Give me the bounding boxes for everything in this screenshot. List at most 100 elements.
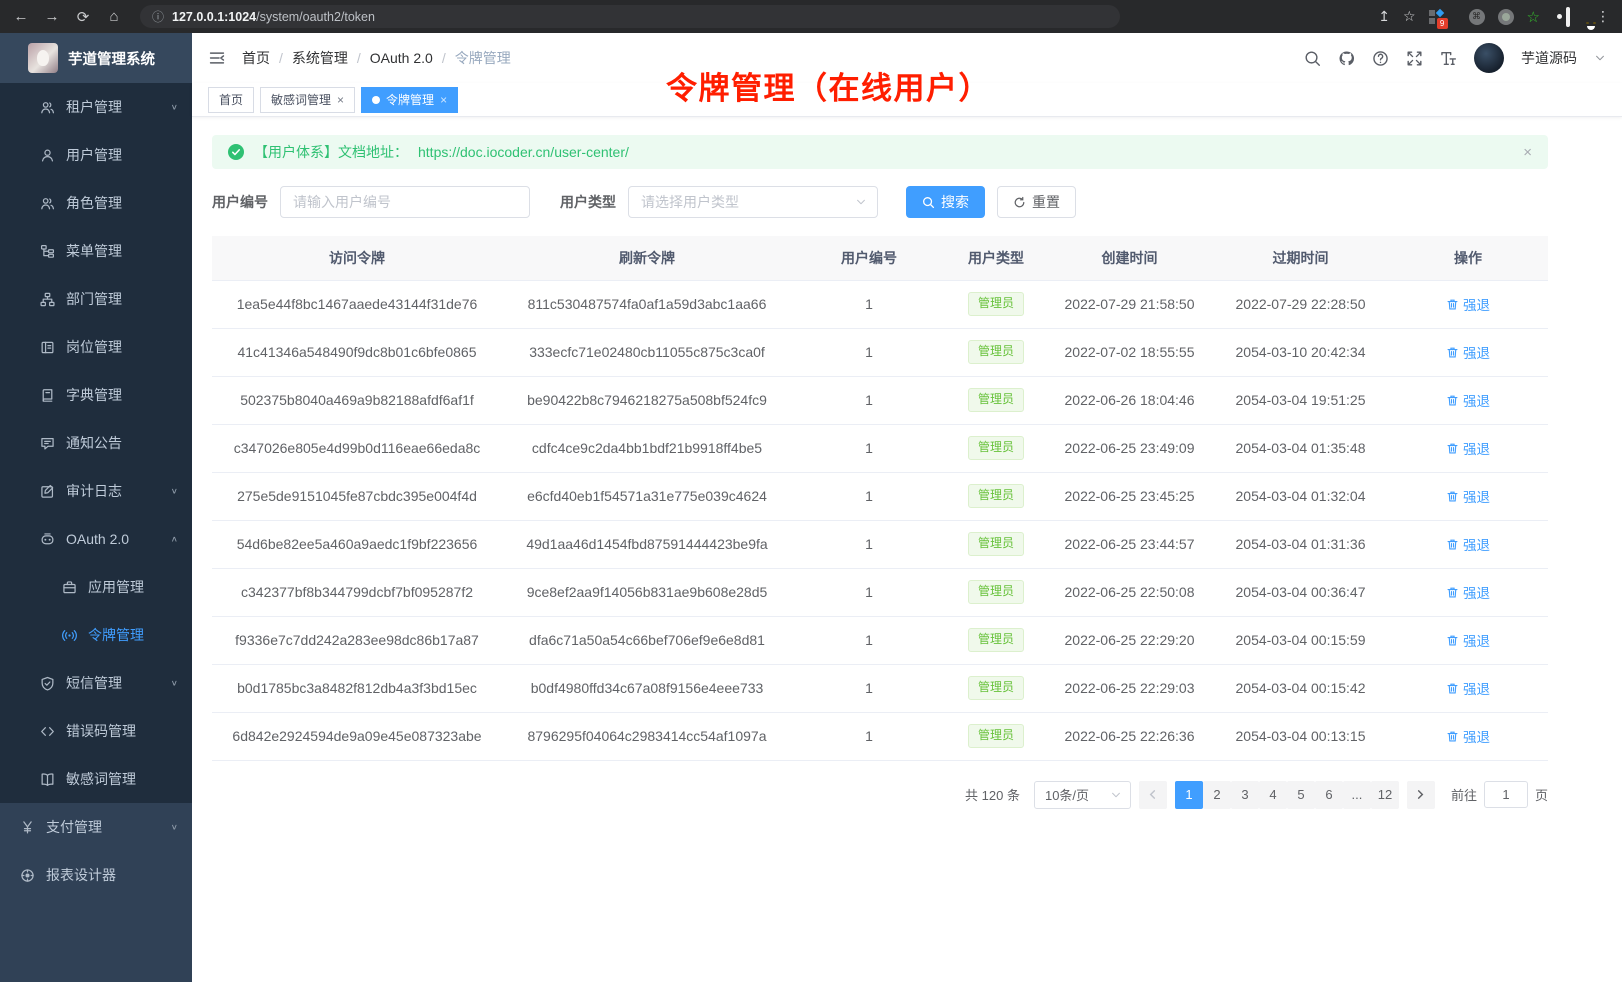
sidebar-menu-item[interactable]: 部门管理: [0, 275, 192, 323]
sidebar-menu-item[interactable]: 租户管理 ∨: [0, 83, 192, 131]
force-logout-button[interactable]: 强退: [1446, 582, 1490, 602]
sidebar-menu-item[interactable]: OAuth 2.0 ∧: [0, 515, 192, 563]
address-bar[interactable]: ⓘ 127.0.0.1:1024/system/oauth2/token: [140, 5, 1120, 28]
extension-command-icon[interactable]: ⌘: [1469, 9, 1485, 25]
share-icon[interactable]: ↥: [1378, 8, 1390, 25]
page-number-button[interactable]: 4: [1259, 781, 1287, 809]
page-tab[interactable]: 令牌管理 ×: [361, 87, 458, 113]
oauth-icon: [40, 532, 55, 547]
page-tab[interactable]: 敏感词管理 ×: [260, 87, 355, 113]
menu-item-label: 部门管理: [66, 289, 122, 309]
search-icon[interactable]: [1304, 50, 1321, 67]
doc-link[interactable]: https://doc.iocoder.cn/user-center/: [418, 144, 629, 160]
bookmark-star-icon[interactable]: ☆: [1403, 8, 1416, 25]
force-logout-button[interactable]: 强退: [1446, 630, 1490, 650]
breadcrumb-item[interactable]: 系统管理: [292, 50, 348, 66]
user-type-select[interactable]: 请选择用户类型: [628, 186, 878, 218]
breadcrumb: 首页/ 系统管理/ OAuth 2.0/ 令牌管理/: [242, 48, 511, 68]
fullscreen-icon[interactable]: [1406, 50, 1423, 67]
page-number-button[interactable]: 2: [1203, 781, 1231, 809]
force-logout-button[interactable]: 强退: [1446, 342, 1490, 362]
sidebar-menu-item[interactable]: 错误码管理: [0, 707, 192, 755]
table-row: 502375b8040a469a9b82188afdf6af1f be90422…: [212, 376, 1548, 424]
sidebar-menu-item[interactable]: 菜单管理: [0, 227, 192, 275]
username[interactable]: 芋道源码: [1521, 48, 1577, 68]
sidebar-menu-item[interactable]: 岗位管理: [0, 323, 192, 371]
page-number-button[interactable]: 5: [1287, 781, 1315, 809]
extension-grid-icon[interactable]: 9: [1429, 10, 1443, 24]
force-logout-label: 强退: [1463, 582, 1490, 602]
browser-back-icon[interactable]: ←: [12, 8, 30, 25]
breadcrumb-item[interactable]: OAuth 2.0: [370, 50, 433, 66]
force-logout-label: 强退: [1463, 630, 1490, 650]
prev-page-button[interactable]: [1139, 781, 1167, 809]
force-logout-button[interactable]: 强退: [1446, 294, 1490, 314]
chevron-icon: ∨: [171, 487, 178, 496]
sidebar-menu-item[interactable]: 令牌管理: [0, 611, 192, 659]
force-logout-button[interactable]: 强退: [1446, 534, 1490, 554]
sidebar-menu-item[interactable]: 通知公告: [0, 419, 192, 467]
sidebar-menu-item[interactable]: 角色管理: [0, 179, 192, 227]
select-caret-icon: [855, 196, 867, 208]
user-id-input[interactable]: [280, 186, 530, 218]
extension-badge: 9: [1437, 18, 1448, 29]
sidebar: 芋道管理系统 租户管理 ∨ 用户管理 角色管理 菜单管理: [0, 33, 192, 982]
table-header-row: 访问令牌刷新令牌用户编号用户类型创建时间过期时间操作: [212, 236, 1548, 280]
sidebar-menu-item[interactable]: 敏感词管理: [0, 755, 192, 803]
page-tab[interactable]: 首页 ×: [208, 87, 254, 113]
sidebar-menu-item[interactable]: 用户管理: [0, 131, 192, 179]
user-avatar[interactable]: [1474, 43, 1504, 73]
font-size-icon[interactable]: [1440, 50, 1457, 67]
breadcrumb-item[interactable]: 首页: [242, 50, 270, 66]
user-id-cell: 1: [792, 568, 946, 616]
page-number-button[interactable]: 1: [1175, 781, 1203, 809]
page-number-button[interactable]: ...: [1343, 781, 1371, 809]
browser-menu-icon[interactable]: ⋮: [1596, 8, 1610, 25]
created-time-cell: 2022-06-25 22:50:08: [1046, 568, 1213, 616]
collapse-sidebar-icon[interactable]: [208, 49, 226, 67]
search-button[interactable]: 搜索: [906, 186, 985, 218]
force-logout-button[interactable]: 强退: [1446, 486, 1490, 506]
tab-close-icon[interactable]: ×: [440, 93, 447, 107]
next-page-button[interactable]: [1407, 781, 1435, 809]
browser-home-icon[interactable]: ⌂: [105, 8, 123, 25]
page-number-button[interactable]: 12: [1371, 781, 1399, 809]
browser-toolbar: ← → ⟳ ⌂ ⓘ 127.0.0.1:1024/system/oauth2/t…: [0, 0, 1622, 33]
help-icon[interactable]: [1372, 50, 1389, 67]
trash-icon: [1446, 442, 1459, 455]
force-logout-button[interactable]: 强退: [1446, 390, 1490, 410]
sidebar-menu-item[interactable]: 支付管理 ∨: [0, 803, 192, 851]
sidebar-menu-item[interactable]: 字典管理: [0, 371, 192, 419]
force-logout-button[interactable]: 强退: [1446, 726, 1490, 746]
created-time-cell: 2022-07-29 21:58:50: [1046, 280, 1213, 328]
user-menu-caret-icon[interactable]: [1594, 52, 1606, 64]
user-type-tag: 管理员: [968, 436, 1024, 460]
dept-icon: [40, 292, 55, 307]
goto-page-input[interactable]: [1484, 781, 1528, 808]
force-logout-button[interactable]: 强退: [1446, 438, 1490, 458]
reset-button[interactable]: 重置: [997, 186, 1076, 218]
force-logout-button[interactable]: 强退: [1446, 678, 1490, 698]
browser-reload-icon[interactable]: ⟳: [74, 8, 92, 26]
page-info-icon[interactable]: ⓘ: [152, 8, 164, 25]
sidebar-menu-item[interactable]: 应用管理: [0, 563, 192, 611]
main-area: 首页/ 系统管理/ OAuth 2.0/ 令牌管理/ 芋道源码 首页 ×: [192, 33, 1622, 982]
menu-item-label: 用户管理: [66, 145, 122, 165]
page-number-button[interactable]: 3: [1231, 781, 1259, 809]
side-panel-icon[interactable]: [1566, 7, 1570, 27]
sidebar-header[interactable]: 芋道管理系统: [0, 33, 192, 83]
sidebar-menu-item[interactable]: 短信管理 ∨: [0, 659, 192, 707]
extension-star-icon[interactable]: ☆: [1527, 8, 1540, 26]
tab-close-icon[interactable]: ×: [337, 93, 344, 107]
page-size-select[interactable]: 10条/页: [1034, 781, 1131, 809]
browser-forward-icon[interactable]: →: [43, 8, 61, 25]
sidebar-menu-item[interactable]: 审计日志 ∨: [0, 467, 192, 515]
page-number-button[interactable]: 6: [1315, 781, 1343, 809]
created-time-cell: 2022-06-25 23:49:09: [1046, 424, 1213, 472]
user-icon: [40, 148, 55, 163]
alert-close-icon[interactable]: ×: [1523, 144, 1532, 161]
github-icon[interactable]: [1338, 50, 1355, 67]
extension-record-icon[interactable]: [1498, 9, 1514, 25]
sidebar-menu-item[interactable]: 报表设计器: [0, 851, 192, 899]
chevron-icon: ∧: [171, 535, 178, 544]
